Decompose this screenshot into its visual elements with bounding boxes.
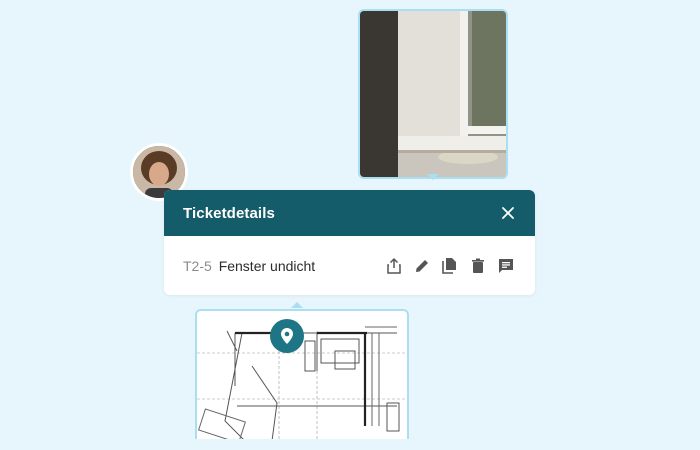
delete-button[interactable] [468, 256, 488, 276]
delete-icon [472, 258, 484, 273]
ticket-name: Fenster undicht [218, 257, 316, 274]
share-icon [387, 257, 401, 274]
comment-icon [499, 258, 513, 273]
close-icon [502, 207, 514, 219]
comment-button[interactable] [496, 256, 516, 276]
ticket-id: T2-5 [183, 257, 212, 274]
window-photo-image [360, 11, 506, 177]
ticket-actions [384, 256, 516, 276]
ticket-details-card: Ticketdetails T2-5 Fenster undicht [164, 190, 535, 295]
plan-pointer [291, 302, 303, 308]
damage-photo[interactable] [358, 9, 508, 179]
ticket-label: T2-5 Fenster undicht [183, 258, 315, 274]
location-pin-icon [281, 328, 293, 344]
share-button[interactable] [384, 256, 404, 276]
location-pin-button[interactable] [270, 319, 304, 353]
ticket-title: Ticketdetails [183, 204, 275, 222]
ticket-header: Ticketdetails [164, 190, 535, 236]
copy-button[interactable] [440, 256, 460, 276]
edit-button[interactable] [412, 256, 432, 276]
copy-icon [442, 257, 456, 274]
photo-pointer [427, 174, 439, 180]
ticket-body: T2-5 Fenster undicht [164, 236, 535, 295]
close-button[interactable] [501, 206, 515, 220]
edit-icon [416, 259, 428, 272]
